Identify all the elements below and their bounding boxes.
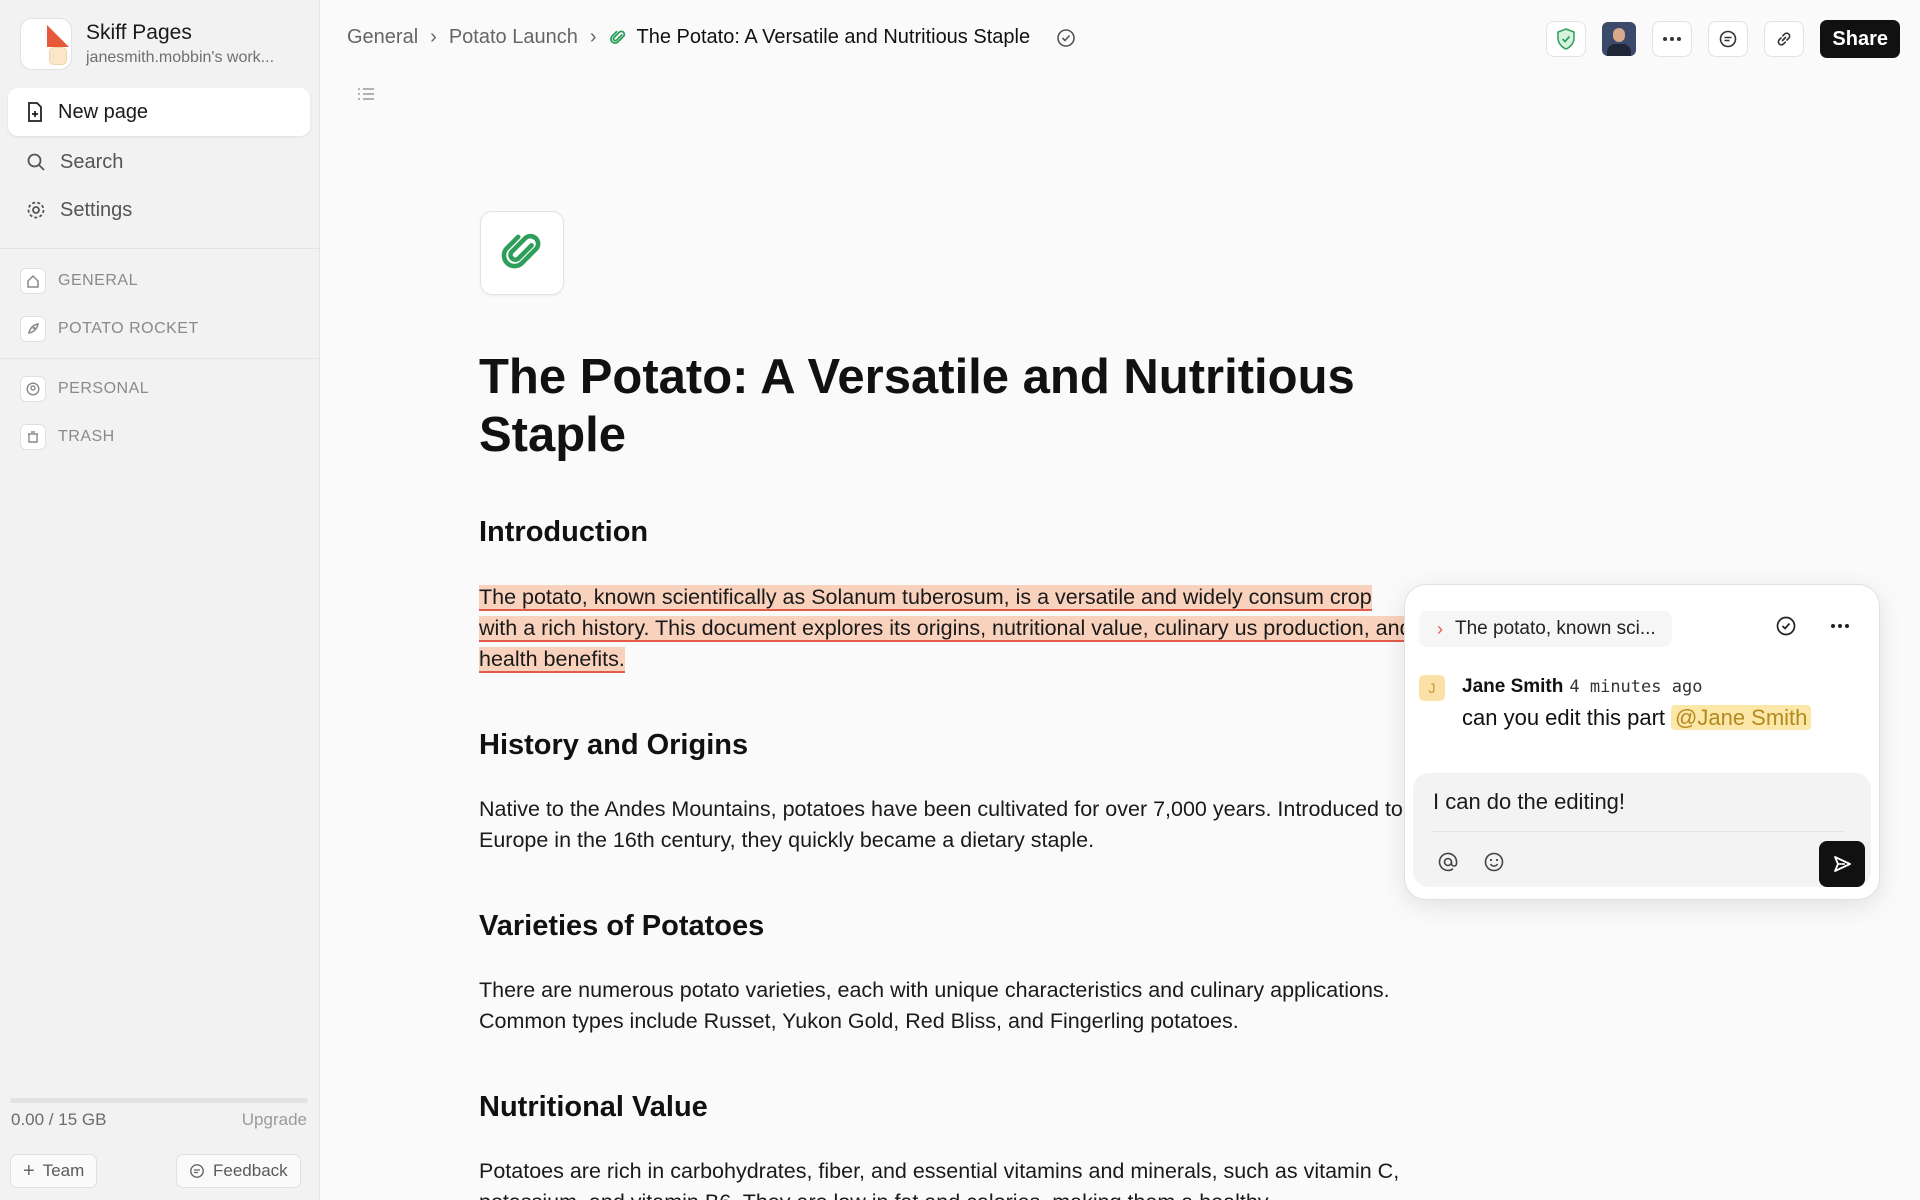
sidebar-section-personal[interactable]: PERSONAL (20, 374, 149, 404)
security-button[interactable] (1546, 21, 1587, 57)
storage-usage: 0.00 / 15 GB (11, 1110, 107, 1129)
comment-author: Jane Smith 4 minutes ago (1462, 676, 1702, 698)
shield-check-icon (1557, 28, 1576, 50)
check-circle-icon[interactable] (1056, 28, 1076, 48)
paragraph-nutrition[interactable]: Potatoes are rich in carbohydrates, fibe… (479, 1156, 1479, 1200)
more-horizontal-icon[interactable] (1829, 615, 1851, 637)
new-page-button[interactable]: New page (8, 88, 310, 136)
page-icon[interactable] (480, 211, 564, 295)
section-heading[interactable]: History and Origins (479, 729, 748, 762)
comment-text: can you edit this part @Jane Smith (1462, 705, 1812, 731)
sidebar-section-potato-rocket[interactable]: POTATO ROCKET (20, 314, 199, 344)
trash-icon (20, 424, 46, 450)
avatar[interactable] (1602, 22, 1637, 56)
link-icon (1778, 32, 1791, 46)
page-title[interactable]: The Potato: A Versatile and Nutritious S… (479, 348, 1379, 464)
paperclip-icon (501, 233, 541, 269)
comment-thread-popover: › The potato, known sci... J Jane Smith 4… (1404, 584, 1880, 900)
settings-button[interactable]: Settings (8, 188, 310, 232)
section-heading[interactable]: Varieties of Potatoes (479, 910, 764, 943)
more-options-button[interactable] (1652, 21, 1693, 57)
search-button[interactable]: Search (8, 140, 310, 184)
mention-at-icon[interactable] (1437, 851, 1459, 873)
workspace-subtitle: janesmith.mobbin's work... (86, 49, 275, 66)
chevron-right-icon: › (1437, 618, 1443, 639)
plus-icon: + (23, 1159, 35, 1182)
comment-quote-text: The potato, known sci... (1455, 618, 1656, 639)
rocket-icon (20, 316, 46, 342)
gear-icon (27, 201, 45, 219)
section-heading[interactable]: Nutritional Value (479, 1091, 708, 1124)
sidebar-section-label: GENERAL (58, 272, 138, 289)
more-horizontal-icon (1663, 37, 1682, 41)
sidebar-section-label: PERSONAL (58, 380, 150, 397)
workspace-logo (20, 18, 72, 70)
team-button[interactable]: + Team (10, 1154, 98, 1188)
paperclip-icon (609, 30, 625, 44)
comment-author-avatar: J (1419, 675, 1445, 701)
upgrade-link[interactable]: Upgrade (242, 1110, 307, 1130)
storage-bar (10, 1098, 308, 1103)
workspace-switcher[interactable]: Skiff Pages janesmith.mobbin's work... (20, 18, 306, 70)
section-heading[interactable]: Introduction (479, 516, 648, 549)
send-button[interactable] (1819, 841, 1865, 887)
resolve-check-icon[interactable] (1775, 615, 1797, 637)
commented-text-highlight[interactable]: The potato, known scientifically as Sola… (479, 585, 1412, 673)
breadcrumb-current[interactable]: The Potato: A Versatile and Nutritious S… (637, 26, 1031, 49)
feedback-icon (190, 1164, 204, 1178)
feedback-button[interactable]: Feedback (176, 1154, 301, 1188)
document-body: The Potato: A Versatile and Nutritious S… (479, 348, 1479, 1200)
workspace-name: Skiff Pages (86, 21, 192, 44)
sidebar-section-label: TRASH (58, 428, 115, 445)
comment-timestamp: 4 minutes ago (1569, 677, 1703, 697)
team-label: Team (42, 1161, 85, 1180)
user-mention[interactable]: @Jane Smith (1671, 705, 1812, 730)
send-icon (1834, 856, 1851, 872)
reply-composer: I can do the editing! (1413, 773, 1871, 887)
breadcrumb: General › Potato Launch › The Potato: A … (347, 26, 1076, 49)
comment-quote[interactable]: › The potato, known sci... (1419, 611, 1672, 647)
sidebar-section-general[interactable]: GENERAL (20, 266, 138, 296)
chevron-right-icon: › (589, 26, 597, 48)
user-circle-icon (20, 376, 46, 402)
share-button[interactable]: Share (1820, 20, 1900, 58)
home-icon (20, 268, 46, 294)
comment-body: can you edit this part (1462, 705, 1666, 730)
comment-author-name: Jane Smith (1462, 676, 1564, 697)
search-icon (27, 153, 45, 171)
chevron-right-icon: › (430, 26, 437, 48)
copy-link-button[interactable] (1764, 21, 1805, 57)
reply-input[interactable]: I can do the editing! (1433, 789, 1625, 815)
paragraph-history[interactable]: Native to the Andes Mountains, potatoes … (479, 794, 1409, 856)
new-page-icon (28, 102, 42, 122)
feedback-label: Feedback (213, 1161, 288, 1180)
search-label: Search (60, 150, 124, 173)
comments-button[interactable] (1708, 21, 1749, 57)
sidebar: Skiff Pages janesmith.mobbin's work... N… (0, 0, 320, 1200)
new-page-label: New page (58, 100, 149, 123)
breadcrumb-item-potato-launch[interactable]: Potato Launch (449, 26, 578, 49)
comment-icon (1720, 30, 1737, 48)
paragraph-introduction[interactable]: The potato, known scientifically as Sola… (479, 582, 1414, 676)
settings-label: Settings (60, 198, 133, 221)
table-of-contents-icon[interactable] (356, 86, 376, 102)
paragraph-varieties[interactable]: There are numerous potato varieties, eac… (479, 975, 1479, 1037)
sidebar-section-label: POTATO ROCKET (58, 320, 199, 337)
toolbar: Share (1530, 20, 1900, 58)
emoji-icon[interactable] (1483, 851, 1505, 873)
sidebar-section-trash[interactable]: TRASH (20, 422, 115, 452)
breadcrumb-item-general[interactable]: General (347, 26, 418, 49)
